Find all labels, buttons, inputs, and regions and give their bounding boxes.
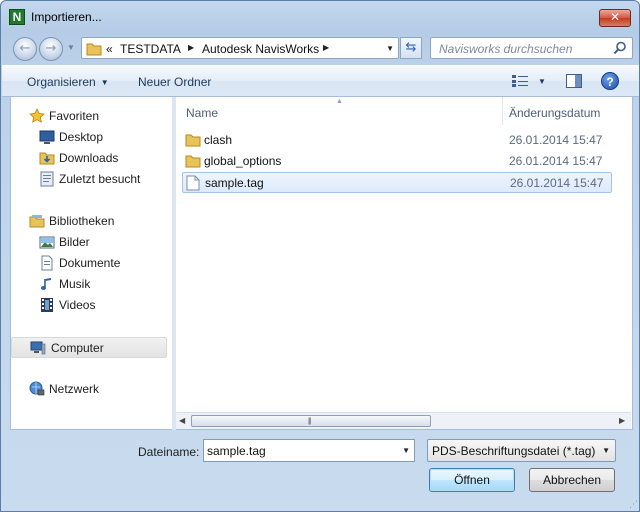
sidebar-item-label: Computer (51, 341, 104, 355)
back-button[interactable]: ← (13, 37, 37, 61)
file-row-global-options[interactable]: global_options 26.01.2014 15:47 (182, 151, 612, 172)
view-options-icon[interactable] (512, 75, 528, 87)
sidebar-item-network[interactable]: Netzwerk (29, 380, 169, 399)
file-date: 26.01.2014 15:47 (509, 133, 603, 147)
scroll-right-icon[interactable]: ▶ (619, 416, 625, 425)
new-folder-button[interactable]: Neuer Ordner (138, 75, 211, 89)
back-arrow-icon: ← (19, 41, 31, 56)
sidebar-item-label: Videos (59, 298, 96, 312)
navigation-pane: Favoriten Desktop Downloads Zuletzt besu… (10, 97, 172, 430)
folder-icon (86, 43, 102, 56)
breadcrumb-separator-icon[interactable]: ▶ (188, 43, 194, 52)
sidebar-item-libraries[interactable]: Bibliotheken (29, 212, 169, 231)
organize-button[interactable]: Organisieren ▼ (27, 75, 109, 89)
command-bar: Organisieren ▼ Neuer Ordner ▼ ? (2, 65, 639, 97)
file-name: global_options (204, 154, 282, 168)
refresh-button[interactable]: ⇆ (400, 37, 422, 59)
sidebar-item-music[interactable]: Musik (39, 275, 169, 294)
open-button[interactable]: Öffnen (429, 468, 515, 492)
column-header-date[interactable]: Änderungsdatum (503, 97, 631, 125)
breadcrumb-overflow[interactable]: « (106, 42, 113, 56)
column-header-label: Änderungsdatum (509, 106, 601, 120)
music-icon (41, 278, 51, 290)
sidebar-item-pictures[interactable]: Bilder (39, 233, 169, 252)
search-box[interactable]: Navisworks durchsuchen (430, 37, 633, 59)
sidebar-item-label: Zuletzt besucht (59, 172, 141, 186)
star-icon (29, 108, 45, 123)
file-list-pane: Name ▲ Änderungsdatum clash 26.01.2014 1… (176, 97, 633, 430)
sidebar-item-favorites[interactable]: Favoriten (29, 107, 169, 126)
search-input[interactable]: Navisworks durchsuchen (439, 42, 572, 56)
horizontal-scrollbar[interactable]: ◀ ||| ▶ (176, 412, 631, 429)
chevron-down-icon: ▼ (100, 78, 109, 87)
organize-label: Organisieren (27, 75, 96, 89)
scroll-left-icon[interactable]: ◀ (179, 416, 185, 425)
filetype-select[interactable]: PDS-Beschriftungsdatei (*.tag) ▼ (427, 439, 616, 462)
file-row-sample-tag[interactable]: sample.tag 26.01.2014 15:47 (182, 172, 612, 193)
sidebar-item-documents[interactable]: Dokumente (39, 254, 169, 273)
forward-arrow-icon: → (45, 41, 57, 56)
import-dialog: N Importieren... ✕ ← → ▼ « TESTDATA ▶ Au… (0, 0, 640, 512)
sidebar-item-downloads[interactable]: Downloads (39, 149, 169, 168)
file-name: clash (204, 133, 233, 147)
sidebar-item-label: Desktop (59, 130, 104, 144)
documents-icon (41, 255, 53, 271)
network-icon (29, 381, 45, 396)
sidebar-item-desktop[interactable]: Desktop (39, 128, 169, 147)
sidebar-item-recent[interactable]: Zuletzt besucht (39, 170, 169, 189)
file-date: 26.01.2014 15:47 (510, 176, 604, 190)
scrollbar-grip-icon: ||| (308, 418, 312, 425)
address-dropdown-icon[interactable]: ▼ (386, 44, 394, 53)
navisworks-app-icon: N (9, 9, 25, 25)
filename-label: Dateiname: (138, 445, 200, 459)
breadcrumb-autodesk-navisworks[interactable]: Autodesk NavisWorks (202, 42, 319, 56)
forward-button[interactable]: → (39, 37, 63, 61)
libraries-icon (29, 215, 45, 228)
recent-locations-dropdown[interactable]: ▼ (67, 43, 75, 52)
preview-pane-icon[interactable] (566, 74, 582, 88)
filename-input[interactable]: sample.tag (207, 444, 266, 458)
chevron-down-icon[interactable]: ▼ (602, 446, 610, 455)
sidebar-item-label: Bilder (59, 235, 90, 249)
recent-places-icon (40, 171, 54, 187)
file-name: sample.tag (205, 176, 264, 190)
chevron-down-icon[interactable]: ▼ (402, 446, 410, 455)
sort-ascending-icon: ▲ (336, 98, 343, 105)
scrollbar-thumb[interactable]: ||| (191, 415, 431, 427)
videos-icon (41, 298, 53, 312)
downloads-folder-icon (39, 152, 55, 165)
breadcrumb-separator-icon[interactable]: ▶ (323, 43, 329, 52)
window-title: Importieren... (31, 10, 102, 24)
folder-icon (185, 134, 201, 147)
sidebar-item-label: Bibliotheken (49, 214, 115, 228)
file-row-clash[interactable]: clash 26.01.2014 15:47 (182, 130, 612, 151)
refresh-icon: ⇆ (405, 40, 417, 55)
help-icon[interactable]: ? (601, 72, 619, 90)
search-icon[interactable] (613, 41, 627, 55)
close-button[interactable]: ✕ (599, 9, 631, 27)
filename-field[interactable]: sample.tag ▼ (203, 439, 415, 462)
sidebar-item-label: Downloads (59, 151, 119, 165)
address-bar[interactable]: « TESTDATA ▶ Autodesk NavisWorks ▶ ▼ (81, 37, 399, 59)
desktop-icon (39, 130, 55, 144)
column-header-name[interactable]: Name ▲ (176, 97, 502, 125)
file-date: 26.01.2014 15:47 (509, 154, 603, 168)
sidebar-item-label: Dokumente (59, 256, 121, 270)
document-icon (186, 175, 200, 191)
view-dropdown-icon[interactable]: ▼ (538, 77, 546, 86)
computer-icon (30, 341, 46, 355)
resize-grip-icon[interactable]: ⋰ (629, 500, 638, 509)
sidebar-item-label: Netzwerk (49, 382, 100, 396)
breadcrumb-testdata[interactable]: TESTDATA (120, 42, 181, 56)
sidebar-item-label: Musik (59, 277, 91, 291)
sidebar-item-videos[interactable]: Videos (39, 296, 169, 315)
folder-icon (185, 155, 201, 168)
column-header-label: Name (186, 106, 219, 120)
sidebar-item-computer[interactable]: Computer (11, 337, 167, 358)
sidebar-item-label: Favoriten (49, 109, 100, 123)
cancel-button[interactable]: Abbrechen (529, 468, 615, 492)
title-bar[interactable]: N Importieren... ✕ (1, 1, 639, 31)
pictures-icon (39, 236, 55, 249)
filetype-value: PDS-Beschriftungsdatei (*.tag) (432, 444, 596, 458)
